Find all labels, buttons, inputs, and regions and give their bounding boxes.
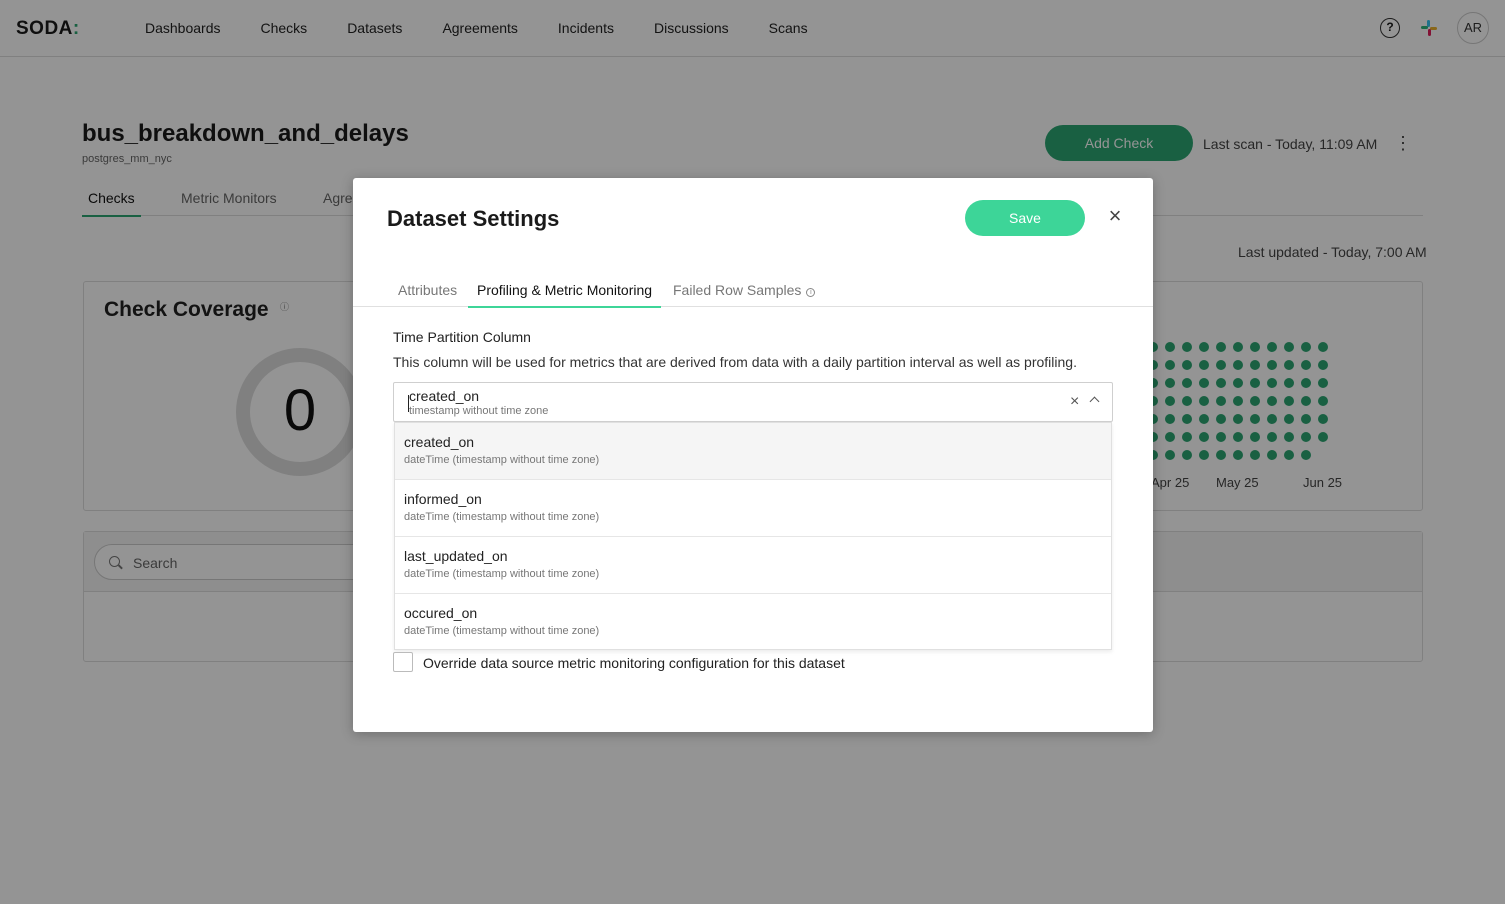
column-option[interactable]: last_updated_on dateTime (timestamp with… — [395, 537, 1111, 594]
tab-failed-row-samples[interactable]: Failed Row Samples i — [673, 282, 816, 298]
selected-column-type: timestamp without time zone — [409, 405, 549, 417]
dataset-settings-modal: Dataset Settings Save × Attributes Profi… — [353, 178, 1153, 732]
modal-title: Dataset Settings — [387, 206, 560, 231]
time-partition-select[interactable]: created_on timestamp without time zone × — [393, 382, 1113, 422]
option-type: dateTime (timestamp without time zone) — [404, 511, 600, 523]
modal-tabs: Attributes Profiling & Metric Monitoring… — [353, 278, 1153, 308]
tab-failed-row-samples-label: Failed Row Samples — [673, 282, 802, 298]
option-type: dateTime (timestamp without time zone) — [404, 568, 600, 580]
time-partition-label: Time Partition Column — [393, 329, 531, 345]
close-icon[interactable]: × — [1105, 205, 1125, 227]
selected-column-name: created_on — [409, 388, 480, 404]
option-type: dateTime (timestamp without time zone) — [404, 625, 600, 637]
column-option[interactable]: created_on dateTime (timestamp without t… — [395, 423, 1111, 480]
tab-profiling-metric-monitoring[interactable]: Profiling & Metric Monitoring — [468, 282, 662, 308]
option-name: last_updated_on — [404, 548, 508, 564]
chevron-up-icon[interactable] — [1089, 396, 1100, 407]
clear-icon[interactable]: × — [1070, 393, 1079, 411]
text-cursor — [408, 395, 409, 412]
override-label[interactable]: Override data source metric monitoring c… — [423, 655, 845, 671]
save-button[interactable]: Save — [965, 200, 1085, 236]
option-type: dateTime (timestamp without time zone) — [404, 454, 600, 466]
info-icon: i — [806, 288, 816, 297]
option-name: informed_on — [404, 491, 482, 507]
tab-attributes[interactable]: Attributes — [398, 282, 457, 298]
override-checkbox[interactable] — [393, 652, 413, 672]
option-name: created_on — [404, 434, 475, 450]
option-name: occured_on — [404, 605, 478, 621]
column-option[interactable]: informed_on dateTime (timestamp without … — [395, 480, 1111, 537]
time-partition-description: This column will be used for metrics tha… — [393, 354, 1077, 370]
column-options-list: created_on dateTime (timestamp without t… — [394, 422, 1112, 650]
column-option[interactable]: occured_on dateTime (timestamp without t… — [395, 594, 1111, 651]
